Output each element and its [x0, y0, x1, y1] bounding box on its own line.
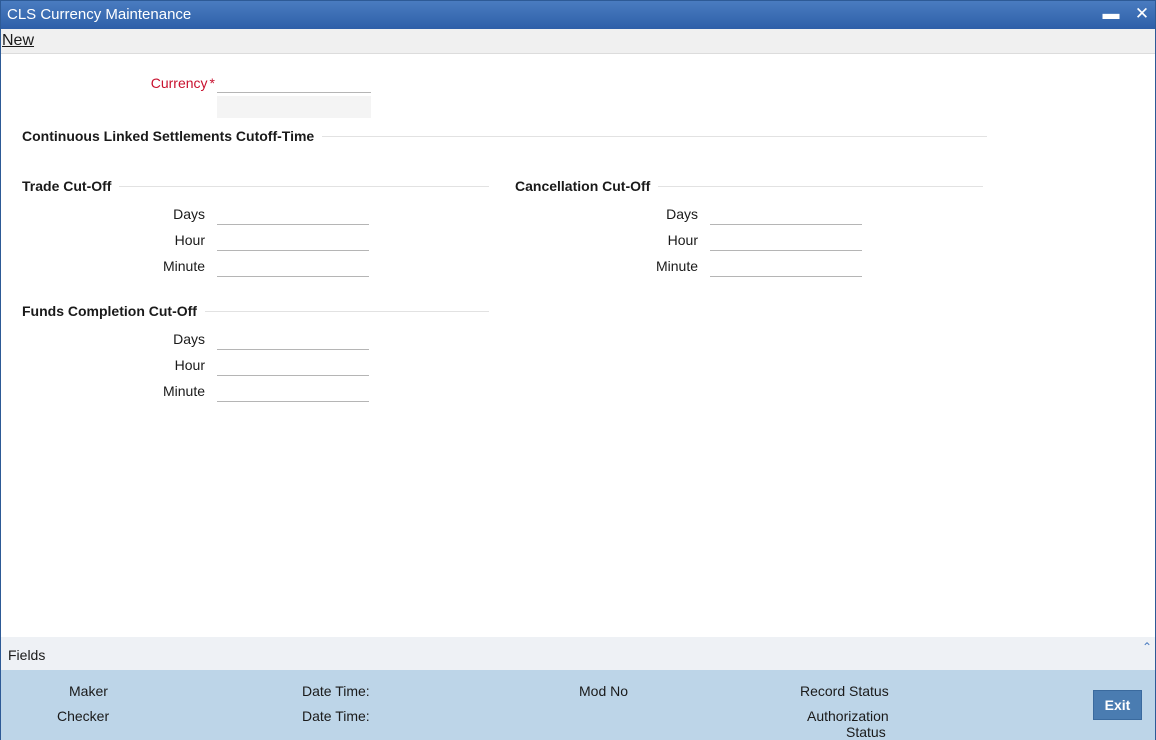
exit-button[interactable]: Exit — [1093, 690, 1142, 720]
cancellation-hour-input[interactable] — [710, 229, 862, 251]
fields-bar[interactable]: Fields ⌃ — [1, 637, 1155, 670]
new-menu-item[interactable]: New — [2, 32, 34, 50]
record-status-label: Record Status — [800, 683, 889, 699]
trade-days-label: Days — [173, 206, 205, 222]
checker-label: Checker — [57, 708, 110, 724]
cancellation-cutoff-title: Cancellation Cut-Off — [515, 178, 659, 194]
trade-hour-label: Hour — [174, 232, 205, 248]
title-bar: CLS Currency Maintenance ▬ ✕ — [1, 1, 1155, 29]
checker-date-time-label: Date Time: — [302, 708, 370, 724]
minimize-icon[interactable]: ▬ — [1101, 4, 1121, 24]
cancellation-minute-input[interactable] — [710, 255, 862, 277]
trade-minute-input[interactable] — [217, 255, 369, 277]
funds-hour-label: Hour — [174, 357, 205, 373]
cancellation-days-input[interactable] — [710, 203, 862, 225]
menu-bar: New — [1, 29, 1155, 54]
currency-input[interactable] — [217, 71, 371, 93]
cancellation-hour-label: Hour — [667, 232, 698, 248]
trade-hour-input[interactable] — [217, 229, 369, 251]
funds-minute-label: Minute — [162, 383, 205, 399]
trade-days-input[interactable] — [217, 203, 369, 225]
main-section-title: Continuous Linked Settlements Cutoff-Tim… — [22, 128, 323, 144]
cls-currency-maintenance-window: CLS Currency Maintenance ▬ ✕ New Currenc… — [0, 0, 1156, 740]
close-icon[interactable]: ✕ — [1132, 4, 1152, 24]
funds-minute-input[interactable] — [217, 380, 369, 402]
currency-label-text: Currency — [150, 75, 208, 91]
cancellation-minute-label: Minute — [655, 258, 698, 274]
maker-date-time-label: Date Time: — [302, 683, 370, 699]
authorization-status-label-line1: Authorization — [807, 708, 889, 724]
trade-minute-label: Minute — [162, 258, 205, 274]
funds-completion-cutoff-title: Funds Completion Cut-Off — [22, 303, 205, 319]
funds-hour-input[interactable] — [217, 354, 369, 376]
currency-label: Currency * — [101, 75, 215, 91]
fields-label[interactable]: Fields — [8, 647, 45, 663]
trade-cutoff-title: Trade Cut-Off — [22, 178, 120, 194]
required-mark: * — [209, 75, 215, 91]
audit-panel: Maker Checker Date Time: Date Time: Mod … — [1, 670, 1155, 740]
chevron-up-icon[interactable]: ⌃ — [1142, 640, 1152, 654]
authorization-status-label-line2: Status — [846, 724, 886, 740]
mod-no-label: Mod No — [579, 683, 629, 699]
funds-days-label: Days — [173, 331, 205, 347]
cancellation-days-label: Days — [666, 206, 698, 222]
funds-days-input[interactable] — [217, 328, 369, 350]
currency-description-field — [217, 96, 371, 118]
maker-label: Maker — [69, 683, 108, 699]
window-title: CLS Currency Maintenance — [7, 6, 192, 23]
